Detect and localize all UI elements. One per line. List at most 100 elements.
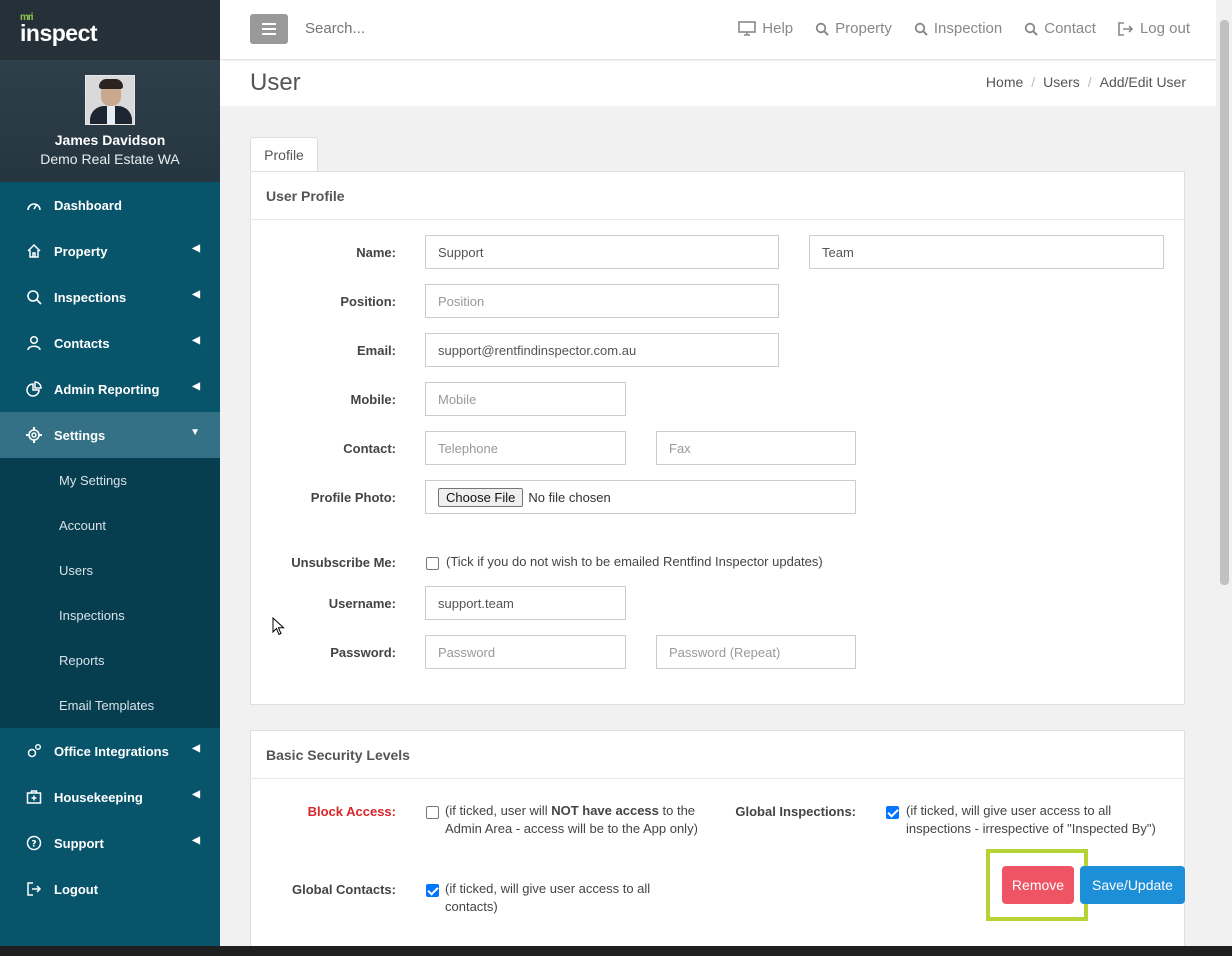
property-link[interactable]: Property (815, 20, 892, 37)
sidebar-item-property[interactable]: Property ◀ (0, 228, 220, 274)
global-inspections-checkbox[interactable] (886, 806, 899, 819)
no-file-text: No file chosen (528, 489, 611, 505)
password-label: Password: (330, 645, 396, 660)
unsubscribe-note: (Tick if you do not wish to be emailed R… (446, 554, 823, 569)
save-update-button[interactable]: Save/Update (1080, 866, 1185, 904)
cogs-icon (25, 742, 43, 760)
global-inspections-note: (if ticked, will give user access to all… (906, 803, 1156, 836)
contact-label: Contact: (343, 441, 396, 456)
user-name: James Davidson (54, 132, 166, 148)
breadcrumb-separator: / (1031, 74, 1036, 90)
sidebar-item-contacts[interactable]: Contacts ◀ (0, 320, 220, 366)
medkit-icon (25, 788, 43, 806)
choose-file-button[interactable]: Choose File (438, 487, 524, 507)
block-access-note: (if ticked, user will NOT have access to… (445, 803, 698, 836)
sidebar-item-settings[interactable]: Settings ▼ (0, 412, 220, 458)
sidebar-item-label: Inspections (54, 289, 127, 305)
page-title: User (250, 69, 301, 96)
name-label: Name: (356, 245, 396, 260)
contact-link-label: Contact (1044, 20, 1096, 37)
search-input[interactable] (305, 20, 505, 37)
breadcrumb-separator: / (1087, 74, 1092, 90)
gauge-icon (25, 196, 43, 214)
sidebar-item-housekeeping[interactable]: Housekeeping ◀ (0, 774, 220, 820)
breadcrumb-current: Add/Edit User (1099, 74, 1186, 90)
sidebar-item-inspections[interactable]: Inspections ◀ (0, 274, 220, 320)
top-links: Help Property Inspection Contact Log out (738, 20, 1190, 37)
scrollbar-thumb[interactable] (1220, 20, 1229, 585)
submenu-item-email-templates[interactable]: Email Templates (0, 683, 220, 728)
sidebar: mri inspect James Davidson Demo Real Est… (0, 0, 220, 946)
sidebar-item-dashboard[interactable]: Dashboard (0, 182, 220, 228)
first-name-field[interactable]: Support (425, 235, 779, 269)
gear-icon (25, 426, 43, 444)
scrollbar[interactable] (1216, 0, 1232, 946)
panel-heading: Basic Security Levels (251, 731, 1184, 779)
menu-toggle-button[interactable] (250, 14, 288, 44)
help-link[interactable]: Help (738, 20, 793, 37)
telephone-field[interactable]: Telephone (425, 431, 626, 465)
breadcrumb: Home / Users / Add/Edit User (986, 74, 1186, 90)
settings-submenu: My Settings Account Users Inspections Re… (0, 458, 220, 728)
submenu-item-reports[interactable]: Reports (0, 638, 220, 683)
submenu-item-my-settings[interactable]: My Settings (0, 458, 220, 503)
property-link-label: Property (835, 20, 892, 37)
sidebar-item-label: Housekeeping (54, 789, 143, 805)
global-contacts-note: (if ticked, will give user access to all… (445, 881, 651, 914)
submenu-item-inspections[interactable]: Inspections (0, 593, 220, 638)
home-icon (25, 242, 43, 260)
sidebar-item-label: Office Integrations (54, 743, 169, 759)
global-contacts-checkbox[interactable] (426, 884, 439, 897)
block-access-checkbox[interactable] (426, 806, 439, 819)
remove-button[interactable]: Remove (1002, 866, 1074, 904)
mouse-cursor-icon (272, 617, 285, 636)
search-icon (1025, 22, 1038, 36)
email-field[interactable]: support@rentfindinspector.com.au (425, 333, 779, 367)
sidebar-item-admin-reporting[interactable]: Admin Reporting ◀ (0, 366, 220, 412)
username-field[interactable]: support.team (425, 586, 626, 620)
sidebar-item-label: Contacts (54, 335, 110, 351)
tab-profile[interactable]: Profile (250, 137, 318, 172)
breadcrumb-users[interactable]: Users (1043, 74, 1080, 90)
position-label: Position: (340, 294, 396, 309)
panel-heading: User Profile (251, 172, 1184, 220)
pie-chart-icon (25, 380, 43, 398)
chevron-down-icon: ▼ (190, 427, 200, 438)
password-field[interactable]: Password (425, 635, 626, 669)
taskbar (0, 946, 1232, 956)
chevron-left-icon: ◀ (192, 381, 200, 392)
sidebar-item-label: Support (54, 835, 104, 851)
inspection-link-label: Inspection (933, 20, 1003, 37)
position-field[interactable]: Position (425, 284, 779, 318)
topbar: Help Property Inspection Contact Log out (220, 0, 1216, 60)
logout-link[interactable]: Log out (1118, 20, 1190, 37)
sign-out-icon (1118, 21, 1134, 36)
fax-field[interactable]: Fax (656, 431, 856, 465)
user-org: Demo Real Estate WA (40, 151, 180, 167)
sidebar-item-office-integrations[interactable]: Office Integrations ◀ (0, 728, 220, 774)
password-repeat-field[interactable]: Password (Repeat) (656, 635, 856, 669)
sidebar-item-label: Property (54, 243, 108, 259)
sidebar-item-logout[interactable]: Logout (0, 866, 220, 912)
sidebar-item-label: Logout (54, 881, 99, 897)
last-name-field[interactable]: Team (809, 235, 1164, 269)
breadcrumb-home[interactable]: Home (986, 74, 1023, 90)
inspection-link[interactable]: Inspection (914, 20, 1002, 37)
submenu-item-account[interactable]: Account (0, 503, 220, 548)
submenu-item-users[interactable]: Users (0, 548, 220, 593)
contact-link[interactable]: Contact (1024, 20, 1096, 37)
mobile-field[interactable]: Mobile (425, 382, 626, 416)
sidebar-item-support[interactable]: ? Support ◀ (0, 820, 220, 866)
email-label: Email: (356, 343, 396, 358)
search-icon (914, 22, 928, 36)
profile-photo-input: Choose File No file chosen (425, 480, 856, 514)
chevron-left-icon: ◀ (192, 243, 200, 254)
question-icon: ? (25, 834, 43, 852)
user-profile-panel: User Profile Name: Support Team Position… (250, 171, 1185, 705)
avatar (85, 75, 135, 125)
chevron-left-icon: ◀ (192, 289, 200, 300)
chevron-left-icon: ◀ (192, 789, 200, 800)
search-icon (815, 22, 829, 36)
unsubscribe-checkbox[interactable] (426, 557, 439, 570)
app-logo[interactable]: mri inspect (0, 0, 220, 60)
